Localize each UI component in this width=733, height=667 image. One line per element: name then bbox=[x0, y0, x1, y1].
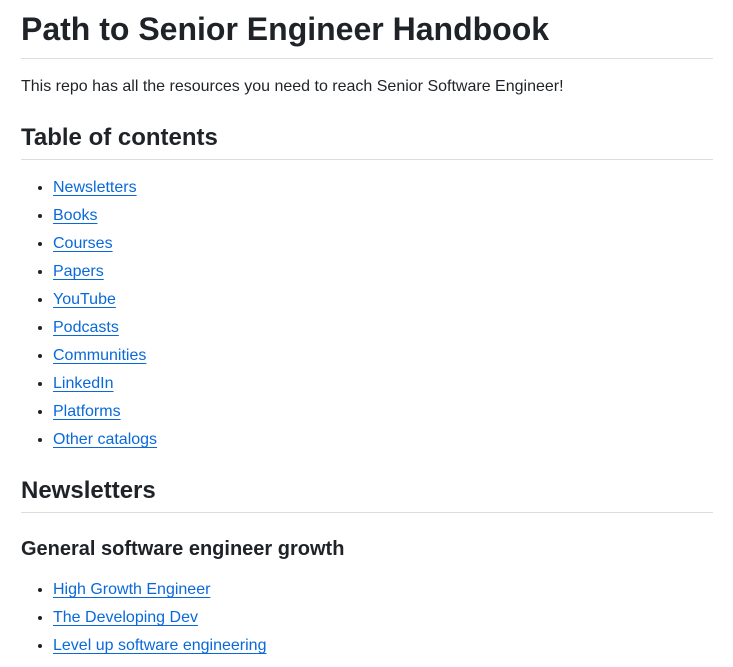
toc-link[interactable]: Communities bbox=[53, 347, 146, 364]
newsletter-link[interactable]: The Developing Dev bbox=[53, 609, 198, 626]
list-item: Papers bbox=[53, 260, 713, 284]
growth-list: High Growth Engineer The Developing Dev … bbox=[21, 578, 713, 658]
intro-text: This repo has all the resources you need… bbox=[21, 78, 564, 95]
list-item: YouTube bbox=[53, 288, 713, 312]
list-item: LinkedIn bbox=[53, 372, 713, 396]
list-item: Communities bbox=[53, 344, 713, 368]
list-item: Other catalogs bbox=[53, 428, 713, 452]
growth-heading: General software engineer growth bbox=[21, 538, 345, 560]
list-item: Newsletters bbox=[53, 176, 713, 200]
list-item: Podcasts bbox=[53, 316, 713, 340]
list-item: Courses bbox=[53, 232, 713, 256]
list-item: Level up software engineering bbox=[53, 634, 713, 658]
toc-link[interactable]: Platforms bbox=[53, 403, 121, 420]
list-item: High Growth Engineer bbox=[53, 578, 713, 602]
newsletters-heading: Newsletters bbox=[21, 476, 713, 513]
toc-link[interactable]: Papers bbox=[53, 263, 104, 280]
toc-link[interactable]: Courses bbox=[53, 235, 113, 252]
toc-link[interactable]: Newsletters bbox=[53, 179, 137, 196]
toc-link[interactable]: Books bbox=[53, 207, 97, 224]
toc-list: Newsletters Books Courses Papers YouTube… bbox=[21, 176, 713, 452]
toc-link[interactable]: Other catalogs bbox=[53, 431, 157, 448]
list-item: The Developing Dev bbox=[53, 606, 713, 630]
newsletter-link[interactable]: High Growth Engineer bbox=[53, 581, 210, 598]
toc-link[interactable]: LinkedIn bbox=[53, 375, 114, 392]
list-item: Platforms bbox=[53, 400, 713, 424]
toc-link[interactable]: Podcasts bbox=[53, 319, 119, 336]
page-title: Path to Senior Engineer Handbook bbox=[21, 0, 713, 59]
toc-link[interactable]: YouTube bbox=[53, 291, 116, 308]
list-item: Books bbox=[53, 204, 713, 228]
newsletter-link[interactable]: Level up software engineering bbox=[53, 637, 266, 654]
toc-heading: Table of contents bbox=[21, 123, 713, 160]
